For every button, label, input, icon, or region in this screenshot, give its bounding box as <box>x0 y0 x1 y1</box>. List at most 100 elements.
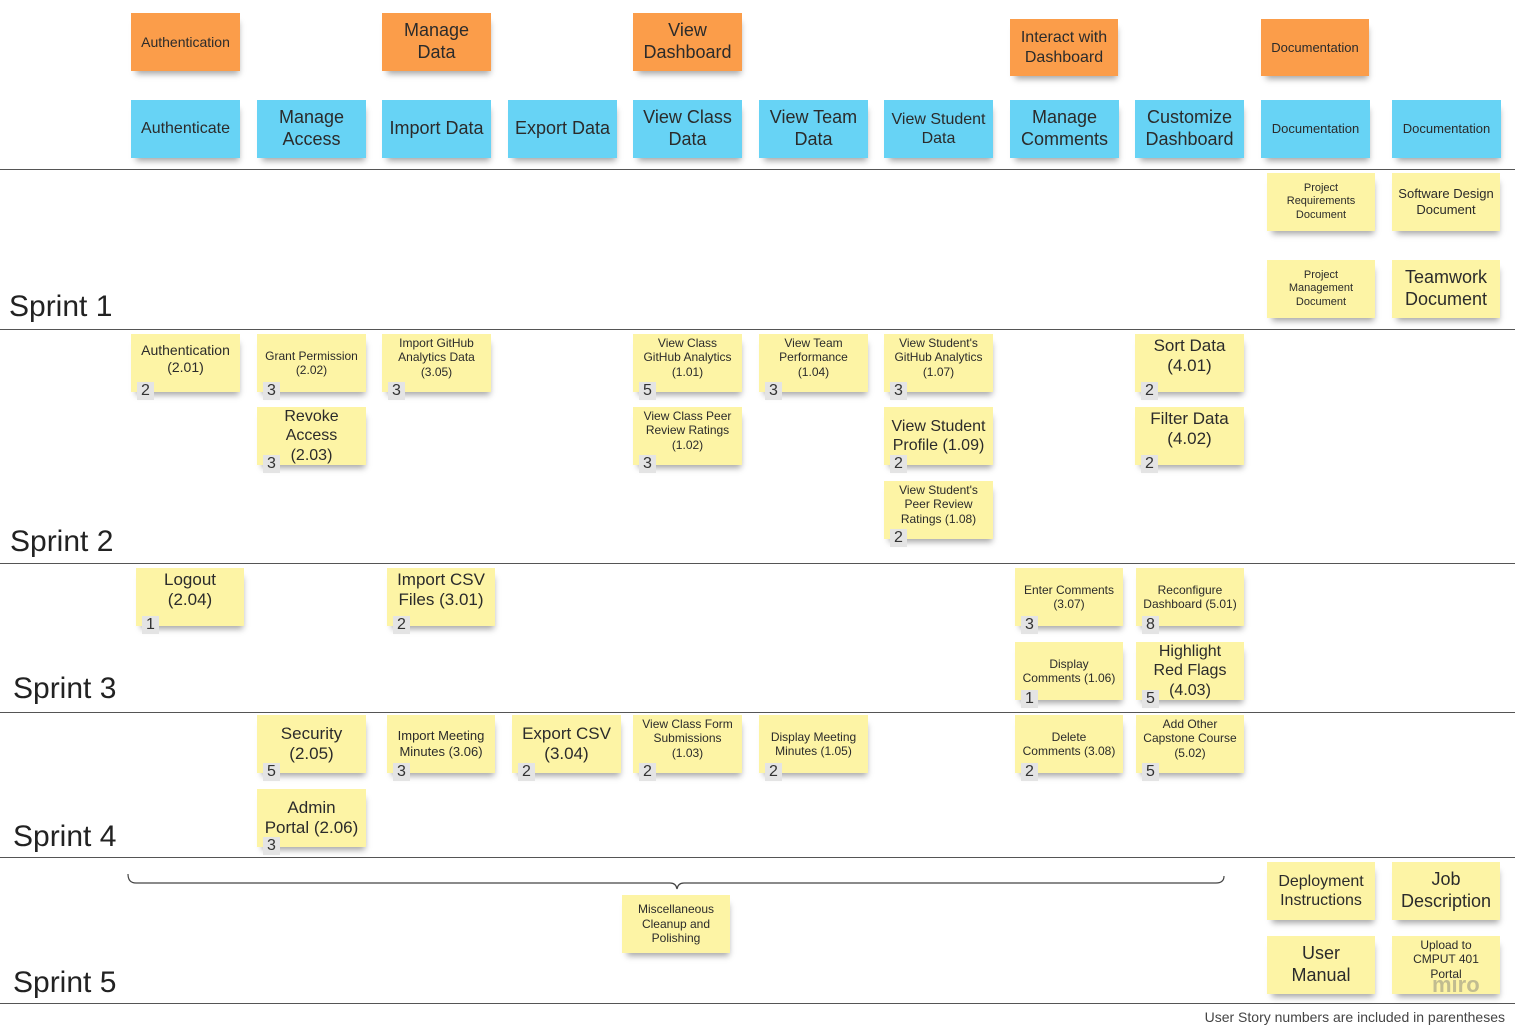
divider <box>0 329 1515 330</box>
story-label: Deployment Instructions <box>1278 872 1364 909</box>
story-label: View Class Form Submissions (1.03) <box>642 717 733 760</box>
story-label: Grant Permission (2.02) <box>265 348 358 377</box>
story-note[interactable]: Admin Portal (2.06) 3 <box>257 789 366 855</box>
story-note[interactable]: Software Design Document <box>1392 173 1500 231</box>
epic-note[interactable]: Interact with Dashboard <box>1010 19 1118 76</box>
story-label: Software Design Document <box>1398 186 1494 217</box>
story-note[interactable]: Export CSV (3.04) 2 <box>512 715 621 781</box>
epic-note[interactable]: Documentation <box>1261 19 1369 76</box>
feature-note[interactable]: View Team Data <box>759 100 868 158</box>
story-label: View Class Peer Review Ratings (1.02) <box>643 409 732 452</box>
story-label: Export CSV (3.04) <box>522 723 611 763</box>
miro-watermark: miro <box>1432 972 1480 997</box>
story-points: 3 <box>263 382 280 400</box>
story-label: Security (2.05) <box>280 723 343 763</box>
story-note[interactable]: Import Meeting Minutes (3.06) 3 <box>387 715 495 781</box>
story-label: View Student Profile (1.09) <box>891 417 986 454</box>
feature-label: Manage Access <box>278 107 345 149</box>
story-label: Display Meeting Minutes (1.05) <box>770 729 857 758</box>
story-note[interactable]: Grant Permission (2.02) 3 <box>257 334 366 400</box>
story-note[interactable]: Display Meeting Minutes (1.05) 2 <box>759 715 868 781</box>
feature-label: View Team Data <box>769 107 858 149</box>
feature-label: Documentation <box>1402 121 1491 137</box>
story-points: 2 <box>890 529 907 547</box>
story-points: 5 <box>263 763 280 781</box>
story-note[interactable]: View Student's GitHub Analytics (1.07) 3 <box>884 334 993 400</box>
epic-note[interactable]: View Dashboard <box>633 13 742 71</box>
story-note[interactable]: Project Requirements Document <box>1267 173 1375 231</box>
sprint-label: Sprint 3 <box>13 672 117 705</box>
story-label: View Class GitHub Analytics (1.01) <box>643 336 732 379</box>
story-label: Import Meeting Minutes (3.06) <box>397 728 485 759</box>
feature-note[interactable]: View Class Data <box>633 100 742 158</box>
story-label: Authentication (2.01) <box>141 342 230 375</box>
epic-note[interactable]: Manage Data <box>382 13 491 71</box>
story-points: 2 <box>639 763 656 781</box>
epic-label: Manage Data <box>403 20 470 62</box>
feature-note[interactable]: View Student Data <box>884 100 993 158</box>
story-note[interactable]: Logout (2.04) 1 <box>136 568 244 634</box>
story-note[interactable]: Reconfigure Dashboard (5.01) 8 <box>1136 568 1244 634</box>
story-note[interactable]: Miscellaneous Cleanup and Polishing <box>622 895 730 953</box>
feature-label: Documentation <box>1271 121 1360 137</box>
story-label: Admin Portal (2.06) <box>264 797 359 837</box>
story-note[interactable]: User Manual <box>1267 936 1375 994</box>
feature-label: View Class Data <box>643 107 732 149</box>
story-note[interactable]: Deployment Instructions <box>1267 862 1375 920</box>
story-note[interactable]: Filter Data (4.02) 2 <box>1135 407 1244 473</box>
story-note[interactable]: Revoke Access (2.03) 3 <box>257 407 366 473</box>
divider <box>0 712 1515 713</box>
divider <box>0 563 1515 564</box>
feature-note[interactable]: Import Data <box>382 100 491 158</box>
story-label: Reconfigure Dashboard (5.01) <box>1143 582 1237 611</box>
feature-note[interactable]: Documentation <box>1261 100 1370 158</box>
story-note[interactable]: View Class GitHub Analytics (1.01) 5 <box>633 334 742 400</box>
story-note[interactable]: View Student Profile (1.09) 2 <box>884 407 993 473</box>
story-note[interactable]: Security (2.05) 5 <box>257 715 366 781</box>
feature-note[interactable]: Authenticate <box>131 100 240 158</box>
story-label: Miscellaneous Cleanup and Polishing <box>637 902 715 946</box>
story-label: Enter Comments (3.07) <box>1023 582 1115 611</box>
story-note[interactable]: Project Management Document <box>1267 260 1375 318</box>
story-note[interactable]: Import GitHub Analytics Data (3.05) 3 <box>382 334 491 400</box>
footer-note: User Story numbers are included in paren… <box>1204 1009 1505 1025</box>
epic-note[interactable]: Authentication <box>131 13 240 71</box>
epic-label: View Dashboard <box>643 20 732 62</box>
story-label: Job Description <box>1400 869 1492 911</box>
story-note[interactable]: View Team Performance (1.04) 3 <box>759 334 868 400</box>
story-points: 2 <box>137 382 154 400</box>
story-note[interactable]: Delete Comments (3.08) 2 <box>1015 715 1123 781</box>
feature-note[interactable]: Documentation <box>1392 100 1501 158</box>
story-note[interactable]: Teamwork Document <box>1392 260 1500 318</box>
feature-label: Import Data <box>389 118 484 139</box>
divider <box>0 1003 1515 1004</box>
story-note[interactable]: Highlight Red Flags (4.03) 5 <box>1136 642 1244 708</box>
story-note[interactable]: View Class Form Submissions (1.03) 2 <box>633 715 742 781</box>
story-note[interactable]: Sort Data (4.01) 2 <box>1135 334 1244 400</box>
story-note[interactable]: Authentication (2.01) 2 <box>131 334 240 400</box>
story-points: 8 <box>1142 616 1159 634</box>
story-note[interactable]: Job Description <box>1392 862 1500 920</box>
sprint-label: Sprint 2 <box>10 525 114 558</box>
feature-note[interactable]: Manage Comments <box>1010 100 1119 158</box>
divider <box>0 857 1515 858</box>
story-note[interactable]: Add Other Capstone Course (5.02) 5 <box>1136 715 1244 781</box>
brace-bracket <box>127 873 1225 890</box>
story-points: 1 <box>1021 690 1038 708</box>
story-points: 3 <box>388 382 405 400</box>
feature-note[interactable]: Customize Dashboard <box>1135 100 1244 158</box>
feature-note[interactable]: Export Data <box>508 100 617 158</box>
story-note[interactable]: View Student's Peer Review Ratings (1.08… <box>884 481 993 547</box>
story-points: 2 <box>1021 763 1038 781</box>
story-note[interactable]: Enter Comments (3.07) 3 <box>1015 568 1123 634</box>
story-note[interactable]: Import CSV Files (3.01) 2 <box>387 568 495 634</box>
feature-label: Customize Dashboard <box>1145 107 1234 149</box>
story-note[interactable]: Display Comments (1.06) 1 <box>1015 642 1123 708</box>
story-points: 3 <box>263 455 280 473</box>
story-note[interactable]: View Class Peer Review Ratings (1.02) 3 <box>633 407 742 473</box>
feature-note[interactable]: Manage Access <box>257 100 366 158</box>
story-points: 2 <box>1141 455 1158 473</box>
divider <box>0 169 1515 170</box>
story-label: Project Requirements Document <box>1286 182 1356 221</box>
story-points: 2 <box>890 455 907 473</box>
